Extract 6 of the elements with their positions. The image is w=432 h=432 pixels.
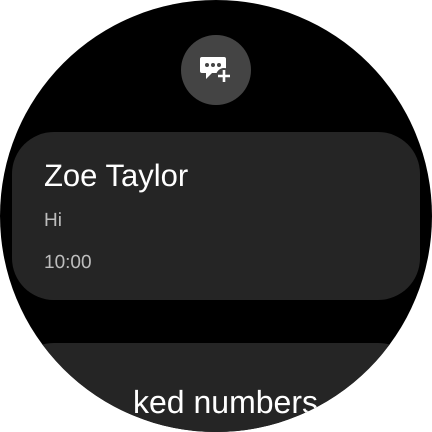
conversation-card[interactable]: Zoe Taylor Hi 10:00 <box>12 132 420 300</box>
menu-item-label: ked numbers <box>133 384 318 420</box>
contact-name: Zoe Taylor <box>44 158 188 194</box>
message-time: 10:00 <box>44 252 92 274</box>
chat-plus-icon <box>199 55 233 85</box>
message-preview: Hi <box>44 210 62 232</box>
